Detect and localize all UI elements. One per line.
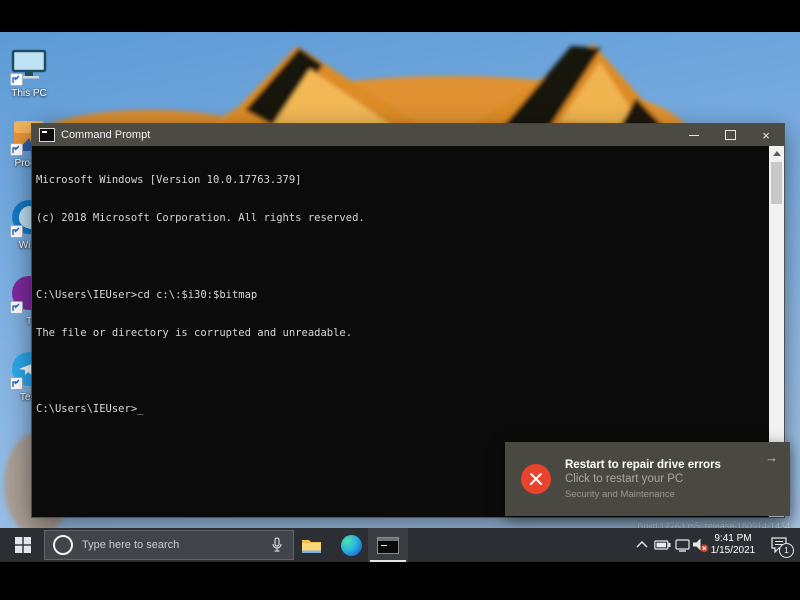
desktop[interactable]: This PC Procm bbox=[0, 32, 800, 528]
notification-count-badge: 1 bbox=[779, 543, 794, 558]
maximize-button[interactable] bbox=[712, 124, 748, 146]
shortcut-arrow-icon bbox=[10, 225, 23, 238]
command-prompt-taskbar-button[interactable] bbox=[368, 528, 408, 562]
notification-toast[interactable]: Restart to repair drive errors Click to … bbox=[505, 442, 790, 516]
shortcut-arrow-icon bbox=[10, 73, 23, 86]
terminal-line bbox=[36, 365, 764, 378]
shortcut-arrow-icon bbox=[10, 143, 23, 156]
active-app-indicator bbox=[370, 560, 406, 563]
start-button[interactable] bbox=[0, 528, 46, 562]
window-titlebar[interactable]: Command Prompt × bbox=[32, 124, 784, 146]
chevron-up-icon bbox=[636, 540, 648, 550]
file-explorer-button[interactable] bbox=[294, 528, 328, 562]
taskbar-clock[interactable]: 9:41 PM 1/15/2021 bbox=[706, 528, 760, 562]
shortcut-arrow-icon bbox=[10, 377, 23, 390]
edge-browser-button[interactable] bbox=[334, 528, 368, 562]
folder-icon bbox=[301, 537, 322, 554]
error-x-icon bbox=[521, 464, 551, 494]
prompt-text: C:\Users\IEUser> bbox=[36, 403, 137, 415]
shortcut-arrow-icon bbox=[10, 301, 23, 314]
scrollbar-thumb[interactable] bbox=[771, 162, 782, 204]
terminal-line: C:\Users\IEUser>cd c:\:$i30:$bitmap bbox=[36, 289, 764, 302]
terminal-line: (c) 2018 Microsoft Corporation. All righ… bbox=[36, 212, 764, 225]
cmd-app-icon bbox=[39, 128, 55, 142]
network-tray-button[interactable] bbox=[672, 528, 692, 562]
screen: This PC Procm bbox=[0, 0, 800, 600]
clock-date: 1/15/2021 bbox=[711, 545, 756, 557]
toast-source: Security and Maintenance bbox=[565, 489, 790, 500]
letterbox-top bbox=[0, 0, 800, 32]
letterbox-bottom bbox=[0, 562, 800, 600]
desktop-icon-this-pc[interactable]: This PC bbox=[2, 48, 56, 99]
minimize-icon bbox=[689, 135, 699, 136]
toast-expand-arrow-icon[interactable]: → bbox=[765, 450, 778, 465]
battery-tray-button[interactable] bbox=[652, 528, 672, 562]
scroll-up-button[interactable] bbox=[769, 146, 784, 161]
clock-time: 9:41 PM bbox=[714, 533, 751, 545]
this-pc-icon bbox=[9, 48, 49, 86]
terminal-line: Microsoft Windows [Version 10.0.17763.37… bbox=[36, 174, 764, 187]
toast-subtitle: Click to restart your PC bbox=[565, 473, 790, 485]
terminal-cursor: _ bbox=[137, 403, 143, 415]
desktop-icon-label: This PC bbox=[2, 88, 56, 99]
maximize-icon bbox=[725, 130, 736, 140]
cmd-icon bbox=[377, 537, 399, 554]
close-button[interactable]: × bbox=[748, 124, 784, 146]
minimize-button[interactable] bbox=[676, 124, 712, 146]
windows-logo-icon bbox=[15, 537, 31, 553]
cortana-icon bbox=[53, 535, 73, 555]
chevron-up-icon bbox=[773, 151, 781, 156]
battery-icon bbox=[654, 539, 671, 551]
build-watermark: Build 17763.rs5_release.180914-1434 bbox=[637, 521, 790, 528]
taskbar: Type here to search bbox=[0, 528, 800, 562]
terminal-prompt-line: C:\Users\IEUser>_ bbox=[36, 403, 764, 416]
window-title: Command Prompt bbox=[61, 129, 676, 141]
search-placeholder: Type here to search bbox=[82, 539, 270, 551]
terminal-line: The file or directory is corrupted and u… bbox=[36, 327, 764, 340]
taskbar-search-input[interactable]: Type here to search bbox=[44, 530, 294, 560]
microphone-icon[interactable] bbox=[270, 537, 284, 553]
toast-title: Restart to repair drive errors bbox=[565, 459, 790, 471]
terminal-line bbox=[36, 251, 764, 264]
hidden-icons-button[interactable] bbox=[632, 528, 652, 562]
action-center-button[interactable]: 1 bbox=[760, 528, 798, 562]
network-icon bbox=[675, 539, 690, 552]
edge-icon bbox=[341, 535, 362, 556]
